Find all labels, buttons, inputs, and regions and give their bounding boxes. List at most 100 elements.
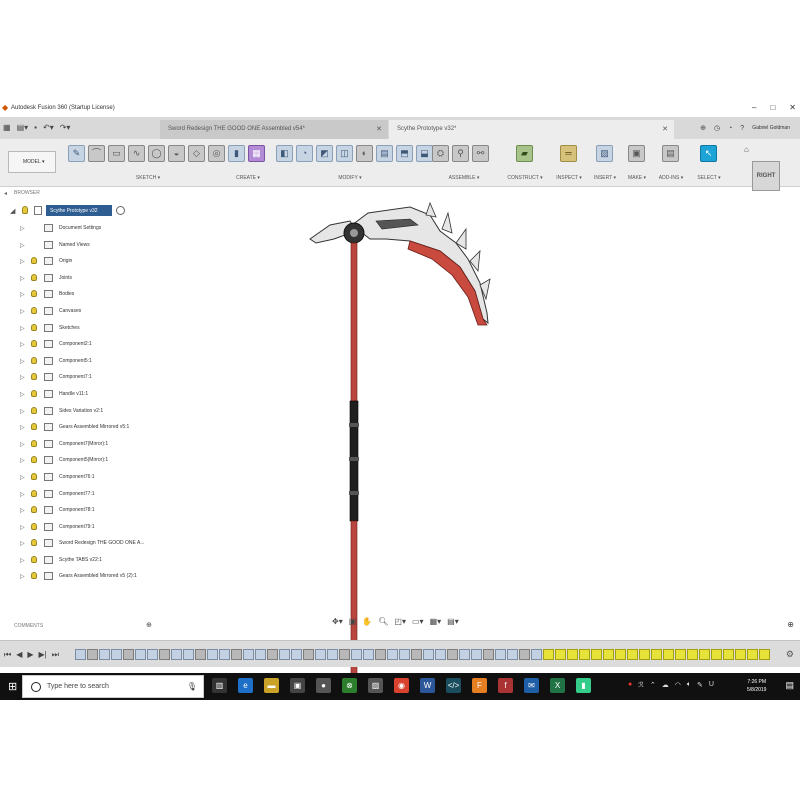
select-menu[interactable]: SELECT ▾ [692, 175, 726, 181]
notifications-icon[interactable]: ◔ [728, 125, 732, 132]
browser-item[interactable]: ▷ Component2:1 [0, 337, 165, 354]
file-menu-icon[interactable]: ▤▾ [17, 123, 29, 132]
visibility-bulb-icon[interactable] [31, 522, 37, 530]
timeline-feature-icon[interactable] [735, 649, 746, 660]
split-icon[interactable]: ▤ [376, 145, 393, 162]
add-tab-icon[interactable]: ⊕ [700, 124, 706, 132]
timeline-start-icon[interactable]: ⏮ [4, 650, 11, 660]
visibility-bulb-icon[interactable] [31, 456, 37, 464]
timeline-feature-icon[interactable] [603, 649, 614, 660]
job-status-icon[interactable]: ◷ [714, 124, 720, 132]
timeline-feature-icon[interactable] [279, 649, 290, 660]
terminal-icon[interactable]: </> [446, 678, 461, 693]
minimize-icon[interactable]: – [752, 103, 756, 112]
timeline-feature-icon[interactable] [351, 649, 362, 660]
timeline-play-icon[interactable]: ▶ [27, 650, 33, 660]
timeline-feature-icon[interactable] [159, 649, 170, 660]
timeline-feature-icon[interactable] [375, 649, 386, 660]
timeline-feature-icon[interactable] [615, 649, 626, 660]
view-cube-face[interactable]: RIGHT [752, 161, 780, 191]
timeline-feature-icon[interactable] [519, 649, 530, 660]
hidden-icons-icon[interactable]: ⌃ [650, 681, 656, 689]
timeline-feature-icon[interactable] [387, 649, 398, 660]
create-menu[interactable]: CREATE ▾ [228, 175, 268, 181]
pan-icon[interactable]: ✋ [362, 617, 372, 626]
measure-icon[interactable]: ═ [560, 145, 577, 162]
expand-icon[interactable]: ▷ [20, 391, 25, 398]
fusion-taskbar-icon[interactable]: F [472, 678, 487, 693]
browser-item[interactable]: ▷ Joints [0, 271, 165, 288]
insert-menu[interactable]: INSERT ▾ [588, 175, 622, 181]
timeline-feature-icon[interactable] [531, 649, 542, 660]
visibility-bulb-icon[interactable] [31, 506, 37, 514]
display-settings-icon[interactable]: ▭▾ [412, 617, 424, 626]
expand-icon[interactable]: ▷ [20, 540, 25, 547]
expand-icon[interactable]: ▷ [20, 341, 25, 348]
save-icon[interactable]: ▪ [34, 123, 37, 132]
timeline-feature-icon[interactable] [567, 649, 578, 660]
user-name[interactable]: Gabriel Goldman [752, 125, 790, 131]
expand-icon[interactable]: ▷ [20, 557, 25, 564]
timeline-feature-icon[interactable] [579, 649, 590, 660]
add-ins-menu[interactable]: ADD-INS ▾ [654, 175, 688, 181]
timeline-feature-icon[interactable] [711, 649, 722, 660]
expand-icon[interactable]: ▷ [20, 374, 25, 381]
orbit-icon[interactable]: ✥▾ [332, 617, 343, 626]
collapse-comments-icon[interactable]: ⊕ [787, 620, 794, 629]
scythe-hub[interactable] [343, 222, 365, 244]
expand-icon[interactable]: ◢ [10, 207, 15, 215]
timeline-feature-icon[interactable] [447, 649, 458, 660]
timeline-feature-icon[interactable] [363, 649, 374, 660]
expand-icon[interactable]: ▷ [20, 507, 25, 514]
chrome-icon[interactable]: ◉ [394, 678, 409, 693]
viewports-icon[interactable]: ▤▾ [447, 617, 459, 626]
rectangle-icon[interactable]: ▭ [108, 145, 125, 162]
timeline-settings-icon[interactable]: ⚙ [786, 649, 794, 660]
scythe-blade[interactable] [309, 201, 491, 326]
excel-icon[interactable]: X [550, 678, 565, 693]
taskbar-clock[interactable]: 7:26 PM 5/8/2019 [747, 678, 766, 694]
xbox-icon[interactable]: ⊗ [342, 678, 357, 693]
combine-icon[interactable]: ◐ [356, 145, 373, 162]
expand-icon[interactable]: ▷ [20, 275, 25, 282]
circle-icon[interactable]: ◯ [148, 145, 165, 162]
browser-item[interactable]: ▷ Sword Redesign THE GOOD ONE A... [0, 536, 165, 553]
timeline-feature-icon[interactable] [699, 649, 710, 660]
root-component-label[interactable]: Scythe Prototype v32 [46, 205, 112, 216]
visibility-bulb-icon[interactable] [31, 290, 37, 298]
timeline-feature-icon[interactable] [459, 649, 470, 660]
timeline-feature-icon[interactable] [303, 649, 314, 660]
inspect-menu[interactable]: INSPECT ▾ [552, 175, 586, 181]
browser-item[interactable]: ▷ Component5:1 [0, 354, 165, 371]
visibility-bulb-icon[interactable] [31, 373, 37, 381]
maximize-icon[interactable]: □ [770, 103, 775, 112]
visibility-bulb-icon[interactable] [31, 323, 37, 331]
timeline-feature-icon[interactable] [123, 649, 134, 660]
task-view-icon[interactable]: ▥ [212, 678, 227, 693]
browser-item[interactable]: ▷ Document Settings [0, 221, 165, 238]
timeline-feature-icon[interactable] [675, 649, 686, 660]
arc-icon[interactable]: ◒ [168, 145, 185, 162]
timeline-feature-icon[interactable] [639, 649, 650, 660]
construct-menu[interactable]: CONSTRUCT ▾ [502, 175, 548, 181]
microphone-icon[interactable]: 🎙︎ [187, 682, 197, 691]
scripts-icon[interactable]: ▤ [662, 145, 679, 162]
joint-icon[interactable]: ⚲ [452, 145, 469, 162]
expand-icon[interactable]: ▷ [20, 424, 25, 431]
home-view-icon[interactable]: ⌂ [744, 145, 749, 154]
edge-icon[interactable]: e [238, 678, 253, 693]
timeline-feature-icon[interactable] [195, 649, 206, 660]
browser-root-item[interactable]: ◢ Scythe Prototype v32 [0, 204, 165, 218]
browser-item[interactable]: ▷ Scythe TABS v22:1 [0, 553, 165, 570]
collapse-browser-icon[interactable]: ◂ [4, 190, 7, 197]
browser-item[interactable]: ▷ Gears Assembled Mirrored v5:1 [0, 420, 165, 437]
expand-icon[interactable]: ▷ [20, 242, 25, 249]
visibility-bulb-icon[interactable] [31, 406, 37, 414]
visibility-bulb-icon[interactable] [31, 389, 37, 397]
timeline-feature-icon[interactable] [651, 649, 662, 660]
timeline-feature-icon[interactable] [183, 649, 194, 660]
3d-print-icon[interactable]: ▣ [628, 145, 645, 162]
timeline-feature-icon[interactable] [111, 649, 122, 660]
close-tab-icon[interactable]: ✕ [662, 125, 668, 133]
browser-item[interactable]: ▷ Component5(Mirror):1 [0, 453, 165, 470]
